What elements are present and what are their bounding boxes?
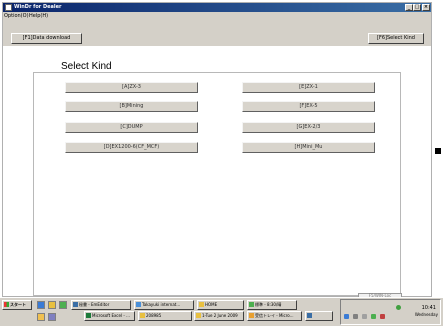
select-kind-button[interactable]: [F6]Select Kind — [368, 33, 424, 44]
status-icon[interactable] — [396, 305, 401, 310]
windows-logo-icon — [4, 302, 9, 307]
folder-icon[interactable] — [37, 313, 45, 321]
close-button[interactable]: × — [422, 4, 430, 11]
clock-day: Wednesday — [414, 312, 438, 317]
task-label: Microsoft Excel - ... — [92, 313, 130, 318]
start-button[interactable]: スタート — [2, 300, 32, 310]
task-label: HOME — [205, 302, 218, 307]
menu-help[interactable]: Help(H) — [29, 12, 48, 20]
excel-icon — [86, 313, 91, 318]
app-icon — [249, 302, 254, 307]
toolbar: [F1]Data download [F6]Select Kind — [3, 20, 431, 46]
task-standard[interactable]: 標準 - 8:30/晴 — [247, 300, 297, 310]
desktop-icon[interactable] — [48, 301, 56, 309]
folder-icon — [199, 302, 204, 307]
kind-button-c[interactable]: [C]DUMP — [65, 122, 198, 133]
mail-icon — [249, 313, 254, 318]
system-tray: 10:41 Wednesday — [340, 299, 441, 325]
edge-marker — [435, 148, 441, 154]
menu-option[interactable]: Option(O) — [4, 12, 29, 20]
volume-icon[interactable] — [362, 314, 367, 319]
taskbar: スタート 秘書 - EmEditor Takayuki internat... … — [0, 297, 443, 326]
task-excel[interactable]: Microsoft Excel - ... — [84, 311, 135, 321]
task-extra[interactable] — [305, 311, 333, 321]
editor-icon — [73, 302, 78, 307]
data-download-button[interactable]: [F1]Data download — [11, 33, 82, 44]
app-icon — [307, 313, 312, 318]
task-browser[interactable]: Takayuki internat... — [134, 300, 194, 310]
maximize-button[interactable]: □ — [413, 4, 421, 11]
kind-button-d[interactable]: [D]EX1200-6(CF_MCF) — [65, 142, 198, 153]
task-label: 標準 - 8:30/晴 — [255, 302, 282, 307]
ie-icon — [136, 302, 141, 307]
task-label: 1-Tue 2 June 2009 — [202, 313, 238, 318]
task-208985[interactable]: 208985 — [138, 311, 192, 321]
task-home-folder[interactable]: HOME — [197, 300, 244, 310]
clock[interactable]: 10:41 — [422, 304, 436, 312]
menu-bar: Option(O) Help(H) — [3, 12, 431, 20]
task-emeditor[interactable]: 秘書 - EmEditor — [71, 300, 131, 310]
messenger-icon[interactable] — [59, 301, 67, 309]
antivirus-icon[interactable] — [371, 314, 376, 319]
ie-icon[interactable] — [37, 301, 45, 309]
kind-button-e[interactable]: [E]ZX-1 — [242, 82, 375, 93]
app-icon — [5, 4, 12, 11]
kind-button-a[interactable]: [A]ZX-3 — [65, 82, 198, 93]
window-title: WinDr for Dealer — [14, 4, 62, 10]
title-bar[interactable]: WinDr for Dealer _ □ × — [3, 3, 431, 12]
alert-icon[interactable] — [380, 314, 385, 319]
select-kind-heading: Select Kind — [55, 61, 118, 72]
printer-icon[interactable] — [353, 314, 358, 319]
kind-button-f[interactable]: [F]EX-5 — [242, 101, 375, 112]
task-calendar-folder[interactable]: 1-Tue 2 June 2009 — [194, 311, 244, 321]
network-icon[interactable] — [344, 314, 349, 319]
start-label: スタート — [10, 302, 26, 307]
kind-button-b[interactable]: [B]Mining — [65, 101, 198, 112]
task-label: 受信トレイ - Micro... — [255, 313, 294, 318]
media-icon[interactable] — [48, 313, 56, 321]
folder-icon — [196, 313, 201, 318]
folder-icon — [140, 313, 145, 318]
minimize-button[interactable]: _ — [405, 4, 413, 11]
task-label: 208985 — [146, 313, 162, 318]
task-label: 秘書 - EmEditor — [79, 302, 110, 307]
task-label: Takayuki internat... — [142, 302, 181, 307]
task-inbox[interactable]: 受信トレイ - Micro... — [247, 311, 302, 321]
kind-button-h[interactable]: [H]Mini_Mu — [242, 142, 375, 153]
kind-button-g[interactable]: [G]EX-2/3 — [242, 122, 375, 133]
